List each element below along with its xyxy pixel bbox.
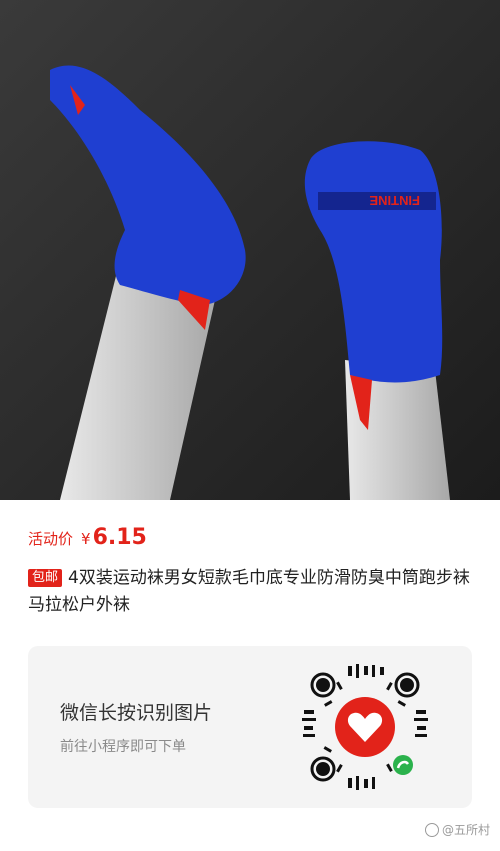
product-image[interactable]: FINTINE	[0, 0, 500, 500]
currency-symbol: ¥	[81, 530, 91, 548]
mini-program-qr-code[interactable]	[298, 660, 432, 794]
share-card: 微信长按识别图片 前往小程序即可下单	[28, 646, 472, 808]
socks-photo: FINTINE	[0, 0, 500, 500]
price-label: 活动价	[28, 530, 74, 548]
product-title-text: 4双装运动袜男女短款毛巾底专业防滑防臭中筒跑步袜马拉松户外袜	[28, 568, 470, 615]
watermark: @五所村	[424, 821, 490, 838]
product-title[interactable]: 包邮 4双装运动袜男女短款毛巾底专业防滑防臭中筒跑步袜马拉松户外袜	[28, 565, 476, 619]
price-value: 6.15	[92, 525, 147, 550]
share-card-title: 微信长按识别图片	[60, 702, 213, 724]
sock-brand-text: FINTINE	[369, 193, 420, 208]
author-icon	[424, 822, 439, 837]
price-row: 活动价 ¥ 6.15	[28, 525, 147, 553]
watermark-text: @五所村	[441, 823, 490, 837]
qr-code-icon	[302, 664, 428, 790]
free-shipping-badge: 包邮	[28, 569, 63, 587]
share-card-subtitle: 前往小程序即可下单	[60, 739, 186, 755]
